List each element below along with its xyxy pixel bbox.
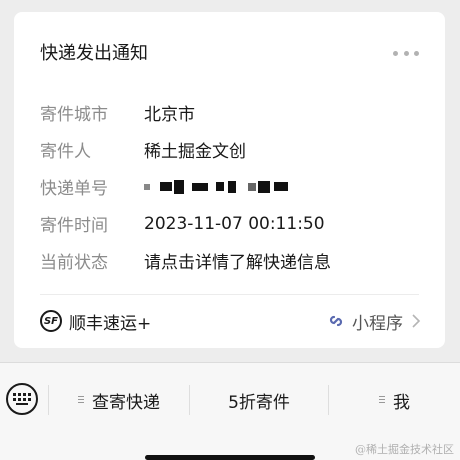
mini-program-label: 小程序 bbox=[352, 313, 403, 334]
mini-program-link[interactable]: 小程序 bbox=[326, 308, 421, 334]
keyboard-toggle-button[interactable] bbox=[6, 383, 38, 415]
submenu-icon bbox=[379, 396, 385, 404]
card-title: 快递发出通知 bbox=[40, 43, 148, 64]
menu-item-label: 5折寄件 bbox=[228, 392, 290, 413]
info-row-city: 寄件城市 北京市 bbox=[40, 94, 420, 131]
info-row-status: 当前状态 请点击详情了解快递信息 bbox=[40, 242, 420, 279]
info-row-time: 寄件时间 2023-11-07 00:11:50 bbox=[40, 205, 420, 242]
more-options-icon[interactable] bbox=[393, 50, 419, 56]
menu-item-query-express[interactable]: 查寄快递 bbox=[49, 385, 189, 415]
card-divider bbox=[40, 294, 419, 295]
row-label: 当前状态 bbox=[40, 253, 108, 273]
row-value: 北京市 bbox=[144, 105, 195, 125]
row-label: 寄件时间 bbox=[40, 216, 108, 236]
info-row-sender: 寄件人 稀土掘金文创 bbox=[40, 131, 420, 168]
mini-program-icon bbox=[329, 315, 343, 327]
menu-item-label: 我 bbox=[393, 392, 410, 413]
row-label: 寄件城市 bbox=[40, 105, 108, 125]
chevron-right-icon bbox=[412, 314, 421, 328]
home-indicator[interactable] bbox=[145, 455, 315, 460]
redacted-tracking-number bbox=[144, 179, 288, 195]
menu-item-half-price[interactable]: 5折寄件 bbox=[190, 385, 328, 415]
row-value: 请点击详情了解快递信息 bbox=[144, 253, 331, 273]
keyboard-icon bbox=[13, 393, 31, 405]
brand-label: 顺丰速运+ bbox=[69, 313, 152, 334]
menu-item-label: 查寄快递 bbox=[92, 392, 160, 413]
notification-card[interactable]: 快递发出通知 寄件城市 北京市 寄件人 稀土掘金文创 快递单号 寄件时间 202… bbox=[14, 12, 445, 348]
row-label: 快递单号 bbox=[40, 179, 108, 199]
sf-express-logo-icon: SF bbox=[40, 310, 62, 332]
submenu-icon bbox=[78, 396, 84, 404]
row-value: 稀土掘金文创 bbox=[144, 142, 246, 162]
watermark: @稀土掘金技术社区 bbox=[355, 443, 454, 456]
row-label: 寄件人 bbox=[40, 142, 91, 162]
info-row-tracking: 快递单号 bbox=[40, 168, 420, 205]
menu-item-me[interactable]: 我 bbox=[329, 385, 460, 415]
info-rows: 寄件城市 北京市 寄件人 稀土掘金文创 快递单号 寄件时间 2023-11-07… bbox=[40, 94, 420, 279]
row-value: 2023-11-07 00:11:50 bbox=[144, 213, 325, 234]
brand-link[interactable]: SF 顺丰速运+ bbox=[40, 308, 151, 334]
